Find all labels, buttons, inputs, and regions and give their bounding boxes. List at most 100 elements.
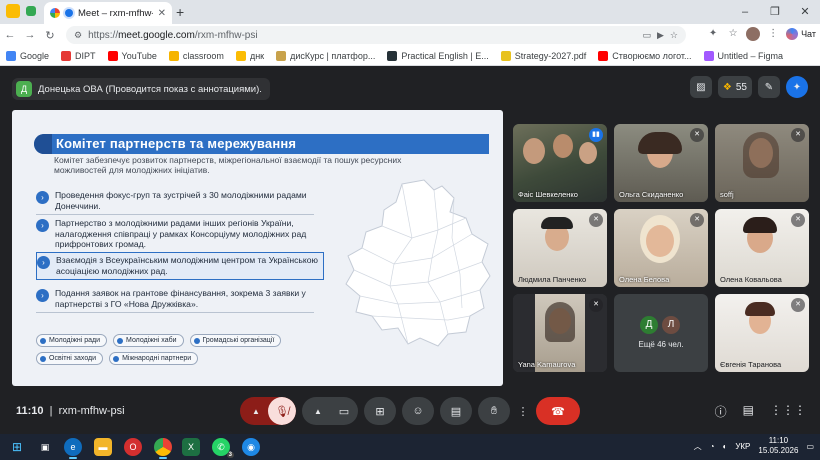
slide-tag: Міжнародні партнери — [109, 352, 199, 365]
site-info-icon[interactable]: ⚙ — [74, 30, 82, 41]
participants-button[interactable]: ❖ 55 — [717, 76, 752, 98]
url-text[interactable]: https://meet.google.com/rxm-mfhw-psi — [88, 30, 636, 41]
notifications-icon[interactable]: ▭ — [806, 442, 814, 451]
address-toolbar: ← → ↻ ⚙ https://meet.google.com/rxm-mfhw… — [0, 24, 820, 46]
participant-tile[interactable]: ✕ Ольга Скиданенко — [614, 124, 708, 202]
more-options-button[interactable]: ⋮ — [516, 397, 530, 425]
whatsapp-icon[interactable]: ✆ 3 — [212, 438, 234, 458]
slide-tag: Молодіжні ради — [36, 334, 108, 347]
reload-button[interactable]: ↻ — [40, 29, 60, 42]
participant-name: Yana Kamaurova — [518, 360, 576, 369]
bookmark-favicon-icon — [61, 50, 72, 61]
bookmark-item[interactable]: DIPT — [61, 50, 96, 61]
gemini-button[interactable]: ✦ — [786, 76, 808, 98]
annotate-button[interactable]: ✎ — [758, 76, 780, 98]
show-hidden-icons[interactable]: ︿ — [694, 441, 702, 452]
cast-icon[interactable]: ▭ — [642, 30, 651, 41]
extensions-icon[interactable]: ✦ — [706, 27, 720, 41]
present-screen-button[interactable]: ⊞ — [364, 397, 396, 425]
presenter-avatar: Д — [16, 81, 32, 97]
slide-item: › Взаємодія з Всеукраїнським молодіжним … — [36, 252, 324, 280]
tag-bullet-icon — [40, 355, 46, 362]
participant-tile[interactable]: ✕ Олена Белова — [614, 209, 708, 287]
participant-tile[interactable]: ▮▮ Фаіс Шевкеленко — [513, 124, 607, 202]
captions-button[interactable]: ▤ — [440, 397, 472, 425]
network-icon[interactable]: ◔ — [710, 442, 715, 451]
forward-button[interactable]: → — [20, 29, 40, 41]
chrome-icon[interactable] — [154, 438, 172, 459]
participant-tile[interactable]: ✕ soffj — [715, 124, 809, 202]
profile-avatar[interactable] — [746, 27, 761, 41]
camera-icon[interactable]: ▭ — [330, 397, 358, 425]
close-tab-icon[interactable]: ✕ — [158, 8, 166, 19]
bookmark-item[interactable]: Strategy-2027.pdf — [500, 50, 586, 61]
browser-tab-strip: Meet – rxm-mfhw-psi ✕ + – ❐ ✕ — [0, 0, 820, 24]
browser-tab-meet[interactable]: Meet – rxm-mfhw-psi ✕ — [44, 2, 172, 24]
participant-tile[interactable]: ✕ Людмила Панченко — [513, 209, 607, 287]
bookmark-favicon-icon — [235, 50, 246, 61]
participant-tile[interactable]: ✕ Олена Ковальова — [715, 209, 809, 287]
bookmark-item[interactable]: classroom — [168, 50, 224, 61]
gemini-chat-button[interactable]: Чат — [786, 28, 816, 40]
mic-off-icon[interactable]: 🎙︎̸ — [268, 397, 296, 425]
presented-slide: Комітет партнерств та мережування Коміте… — [12, 110, 503, 386]
back-button[interactable]: ← — [0, 29, 20, 41]
bookmark-favicon-icon — [500, 50, 511, 61]
microphone-control[interactable]: ▲ 🎙︎̸ — [240, 397, 296, 425]
bookmark-star-icon[interactable]: ☆ — [670, 30, 678, 41]
participant-name: Олена Белова — [619, 275, 670, 284]
gemini-icon — [786, 28, 799, 40]
mic-off-icon: ✕ — [589, 298, 603, 312]
video-options-chevron-icon[interactable]: ▲ — [310, 407, 326, 416]
new-tab-button[interactable]: + — [176, 4, 184, 20]
file-explorer-icon[interactable]: ▬ — [94, 438, 112, 456]
participant-avatar: Д — [640, 316, 658, 334]
url-bar[interactable]: ⚙ https://meet.google.com/rxm-mfhw-psi ▭… — [66, 26, 686, 44]
bookmark-favicon-icon — [598, 50, 609, 61]
menu-icon[interactable]: ⋮ — [766, 27, 780, 41]
edge-browser-icon[interactable]: e — [64, 438, 82, 459]
meeting-details-icon[interactable]: ⓘ — [715, 403, 727, 420]
bookmark-item[interactable]: YouTube — [107, 50, 157, 61]
leave-call-button[interactable]: ☎ — [536, 397, 580, 425]
maximize-window-button[interactable]: ❐ — [760, 0, 790, 24]
bookmark-item[interactable]: Google — [6, 50, 49, 61]
audio-options-chevron-icon[interactable]: ▲ — [248, 407, 264, 416]
app-icon[interactable]: ◉ — [242, 438, 260, 456]
participant-name: Євгенія Таранова — [720, 360, 782, 369]
close-window-button[interactable]: ✕ — [790, 0, 820, 24]
participant-tile[interactable]: ✕ Yana Kamaurova — [513, 294, 607, 372]
bookmark-item[interactable]: Створюємо логот... — [598, 50, 692, 61]
tab-groups-icon[interactable] — [6, 4, 20, 18]
tab-search-icon[interactable] — [26, 6, 36, 16]
hide-tiles-button[interactable]: ▨ — [689, 76, 712, 98]
activities-icon[interactable]: ⋮⋮⋮ — [770, 403, 806, 420]
system-clock[interactable]: 11:10 15.05.2026 — [758, 436, 798, 456]
more-participants-label: Ещё 46 чел. — [638, 340, 684, 349]
bookmark-item[interactable]: Practical English | E... — [387, 50, 489, 61]
opera-icon[interactable]: O — [124, 438, 142, 456]
reactions-button[interactable]: ☺ — [402, 397, 434, 425]
volume-icon[interactable]: ◐ — [722, 442, 727, 451]
participant-name: Олена Ковальова — [720, 275, 782, 284]
windows-start-icon[interactable]: ⊞ — [8, 438, 26, 456]
people-icon: ❖ — [722, 81, 732, 93]
bookmarks-bar: Google DIPT YouTube classroom днк дисКурс | п… — [0, 46, 820, 66]
keyboard-language[interactable]: УКР — [735, 442, 750, 451]
raise-hand-button[interactable]: ✋︎ — [478, 397, 510, 425]
more-participants-tile[interactable]: ДЛ Ещё 46 чел. — [614, 294, 708, 372]
minimize-window-button[interactable]: – — [730, 0, 760, 24]
participant-name: soffj — [720, 190, 734, 199]
mic-off-icon: ✕ — [791, 128, 805, 142]
chat-icon[interactable]: ▤ — [743, 403, 754, 420]
bookmark-item[interactable]: днк — [235, 50, 264, 61]
bookmark-item[interactable]: Untitled – Figma — [703, 50, 783, 61]
camera-in-use-icon[interactable]: ▶ — [657, 30, 664, 41]
excel-icon[interactable]: X — [182, 438, 200, 456]
bookmark-item[interactable]: дисКурс | платфор... — [276, 50, 375, 61]
camera-control[interactable]: ▲ ▭ — [302, 397, 358, 425]
participant-avatar: Л — [662, 316, 680, 334]
participant-tile[interactable]: ✕ Євгенія Таранова — [715, 294, 809, 372]
task-view-icon[interactable]: ▣ — [36, 438, 54, 456]
bookmarks-panel-icon[interactable]: ☆ — [726, 27, 740, 41]
